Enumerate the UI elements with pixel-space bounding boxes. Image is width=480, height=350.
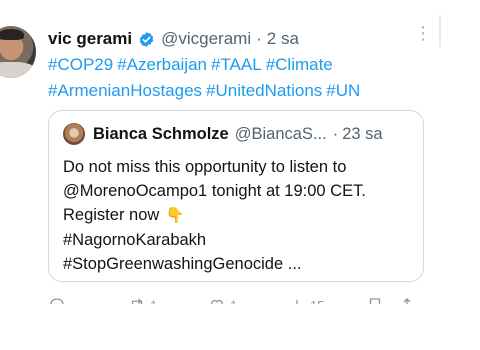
- separator-dot: ·: [256, 29, 262, 48]
- verified-badge-icon: [138, 31, 155, 48]
- display-name[interactable]: vic gerami: [48, 29, 132, 49]
- quoted-text-line: @MorenoOcampo1 tonight at 19:00 CET.: [63, 182, 366, 200]
- quoted-timestamp: 23 sa: [342, 124, 383, 143]
- tweet-header: vic gerami @vicgerami · 2 sa: [48, 28, 299, 50]
- hashtag-link[interactable]: #TAAL: [211, 55, 262, 74]
- quoted-tweet[interactable]: Bianca Schmolze @BiancaS... · 23 sa Do n…: [48, 110, 424, 282]
- avatar[interactable]: [0, 26, 36, 78]
- pointing-down-emoji-icon: 👇: [165, 207, 185, 224]
- quoted-tweet-text: Do not miss this opportunity to listen t…: [63, 155, 413, 276]
- timestamp[interactable]: 2 sa: [267, 29, 299, 49]
- quoted-tweet-header: Bianca Schmolze @BiancaS... · 23 sa: [63, 123, 383, 145]
- quoted-text-line: Do not miss this opportunity to listen t…: [63, 158, 347, 176]
- tweet-text: #COP29 #Azerbaijan #TAAL #Climate #Armenian…: [48, 52, 408, 104]
- quoted-avatar[interactable]: [63, 123, 85, 145]
- hashtag-link[interactable]: #ArmenianHostages: [48, 81, 202, 100]
- hashtag-link[interactable]: #UN: [326, 81, 360, 100]
- quoted-text-line: #StopGreenwashingGenocide ...: [63, 255, 302, 273]
- quoted-handle: @BiancaS...: [234, 124, 327, 143]
- hashtag-link[interactable]: #UnitedNations: [206, 81, 322, 100]
- tweet-card: vic gerami @vicgerami · 2 sa ⋮ #COP29 #Az…: [0, 0, 480, 350]
- scrollbar[interactable]: [439, 15, 441, 47]
- quoted-text-line: #NagornoKarabakh: [63, 231, 207, 249]
- quoted-display-name: Bianca Schmolze: [93, 124, 229, 143]
- quoted-text-line: Register now: [63, 206, 160, 224]
- separator-dot: ·: [332, 124, 339, 143]
- hashtag-link[interactable]: #Climate: [266, 55, 333, 74]
- handle[interactable]: @vicgerami: [161, 29, 251, 49]
- bottom-blank-area: [0, 304, 480, 350]
- hashtag-link[interactable]: #COP29: [48, 55, 113, 74]
- more-options-icon[interactable]: ⋮: [414, 24, 432, 50]
- hashtag-link[interactable]: #Azerbaijan: [117, 55, 207, 74]
